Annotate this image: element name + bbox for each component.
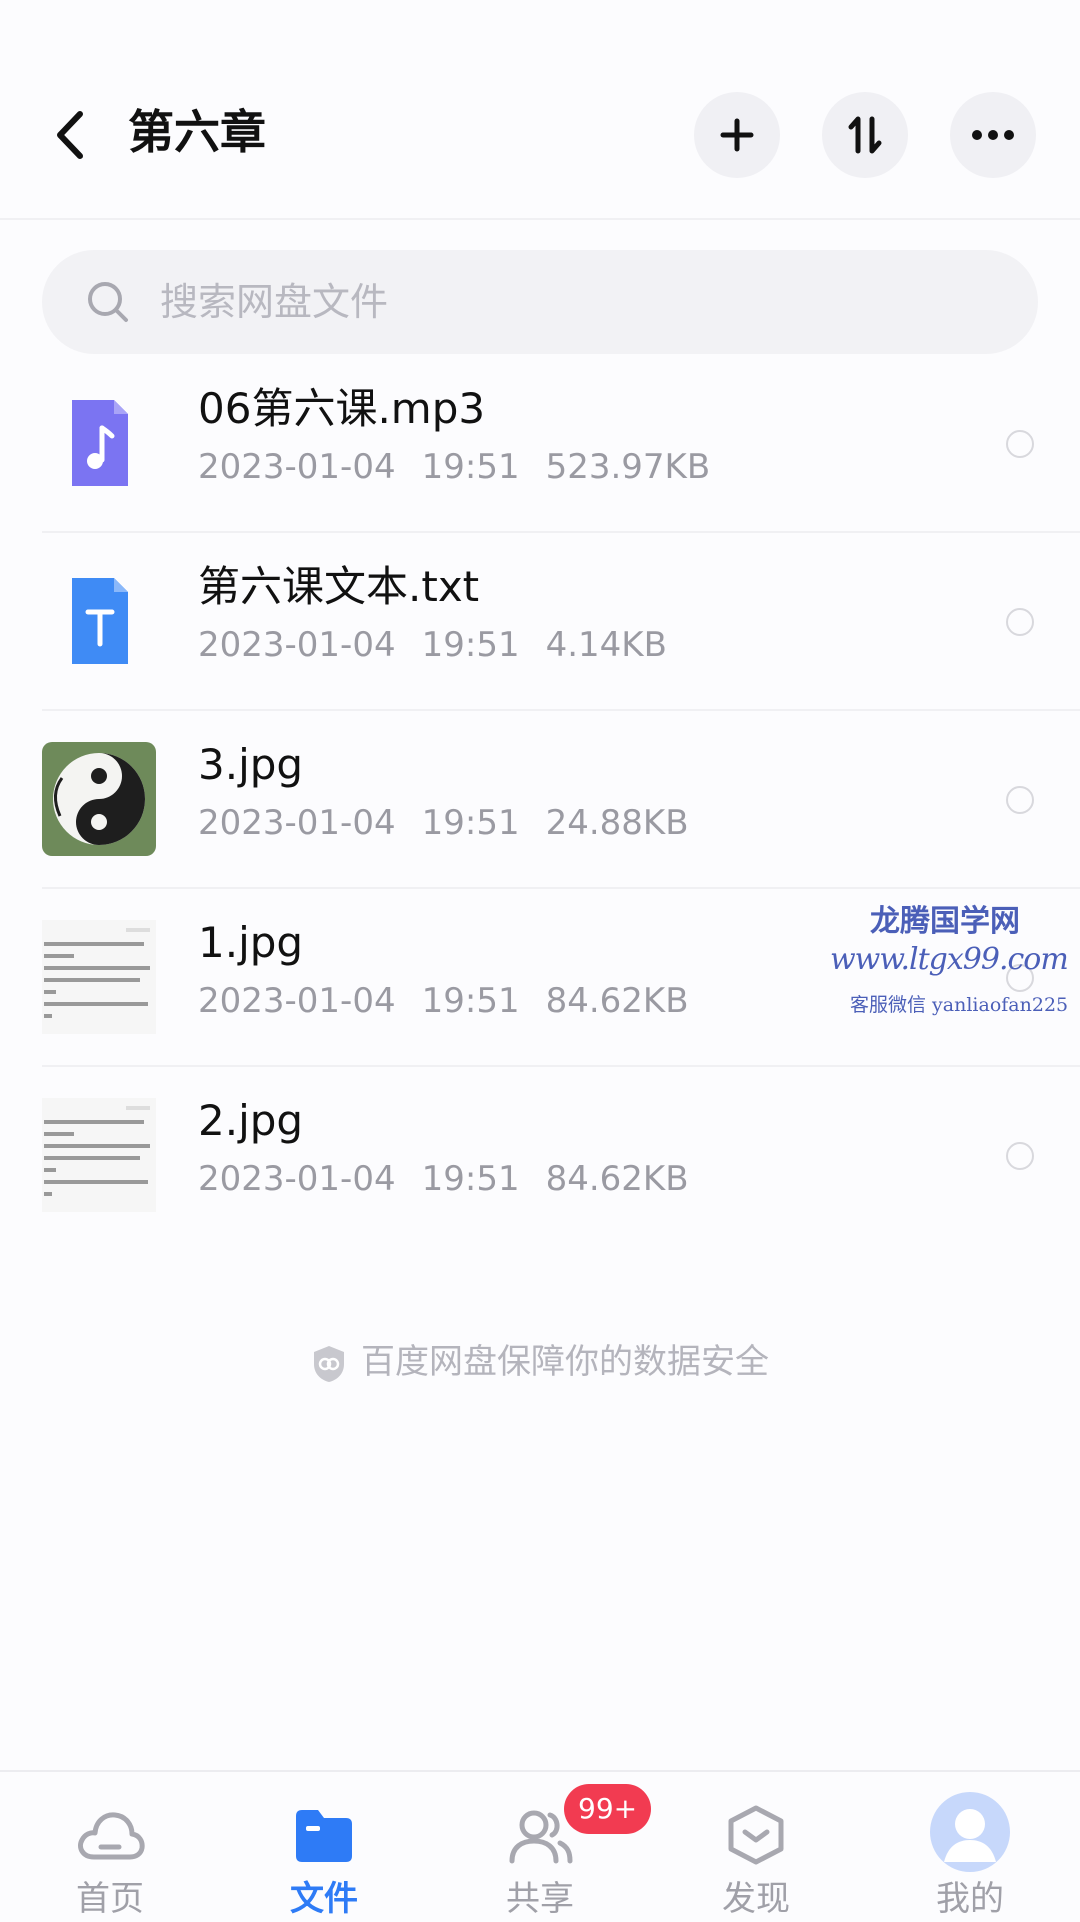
search-bar[interactable]: 搜索网盘文件 [42,250,1038,354]
file-row[interactable]: 06第六课.mp3 2023-01-04 19:51 523.97KB [0,355,1080,533]
text-file-icon [42,564,156,678]
image-thumbnail [42,742,156,856]
top-bar: 第六章 [0,0,1080,220]
file-row[interactable]: 2.jpg 2023-01-04 19:51 84.62KB [0,1067,1080,1245]
file-meta: 2023-01-04 19:51 84.62KB [198,981,689,1021]
more-button[interactable] [950,92,1036,178]
back-button[interactable] [50,108,90,162]
file-name: 2.jpg [198,1096,304,1145]
folder-icon [284,1800,364,1870]
search-input[interactable]: 搜索网盘文件 [160,274,388,330]
tab-home[interactable]: 首页 [30,1772,190,1922]
security-text: 百度网盘保障你的数据安全 [361,1342,769,1382]
select-checkbox[interactable] [1006,1142,1034,1170]
file-name: 06第六课.mp3 [198,384,486,433]
tab-label: 首页 [76,1879,144,1919]
tab-share[interactable]: 99+ 共享 [460,1772,652,1922]
security-note: 百度网盘保障你的数据安全 [0,1338,1080,1386]
page-title: 第六章 [128,105,266,159]
file-row[interactable]: 第六课文本.txt 2023-01-04 19:51 4.14KB [0,533,1080,711]
search-icon [88,282,128,322]
audio-file-icon [42,386,156,500]
chevron-left-icon [57,111,83,159]
file-name: 1.jpg [198,918,304,967]
file-name: 第六课文本.txt [198,562,480,611]
avatar-icon [930,1792,1010,1872]
watermark-site-name: 龙腾国学网 [870,904,1020,939]
file-meta: 2023-01-04 19:51 4.14KB [198,625,667,665]
watermark-url: www.ltgx99.com [830,942,1069,977]
file-meta: 2023-01-04 19:51 84.62KB [198,1159,689,1199]
tab-label: 共享 [506,1879,574,1919]
select-checkbox[interactable] [1006,430,1034,458]
file-name: 3.jpg [198,740,304,789]
file-row[interactable]: 3.jpg 2023-01-04 19:51 24.88KB [0,711,1080,889]
tab-discover[interactable]: 发现 [676,1772,836,1922]
tab-label: 我的 [936,1879,1004,1919]
select-checkbox[interactable] [1006,608,1034,636]
notification-badge: 99+ [564,1784,652,1834]
tab-mine[interactable]: 我的 [890,1772,1050,1922]
shield-icon [314,1345,344,1382]
plus-icon [720,118,754,152]
ellipsis-icon [972,130,1014,140]
hexagon-icon [716,1800,796,1870]
tab-files[interactable]: 文件 [244,1772,404,1922]
select-checkbox[interactable] [1006,786,1034,814]
tab-label: 发现 [722,1879,790,1919]
sort-button[interactable] [822,92,908,178]
file-meta: 2023-01-04 19:51 523.97KB [198,447,711,487]
image-thumbnail [42,1098,156,1212]
file-meta: 2023-01-04 19:51 24.88KB [198,803,689,843]
tab-label: 文件 [290,1879,358,1919]
image-thumbnail [42,920,156,1034]
add-button[interactable] [694,92,780,178]
bottom-tab-bar: 首页 文件 99+ 共享 发现 我的 [0,1770,1080,1922]
sort-icon [848,116,882,154]
cloud-icon [70,1800,150,1870]
watermark-contact: 客服微信 yanliaofan225 [850,994,1069,1016]
